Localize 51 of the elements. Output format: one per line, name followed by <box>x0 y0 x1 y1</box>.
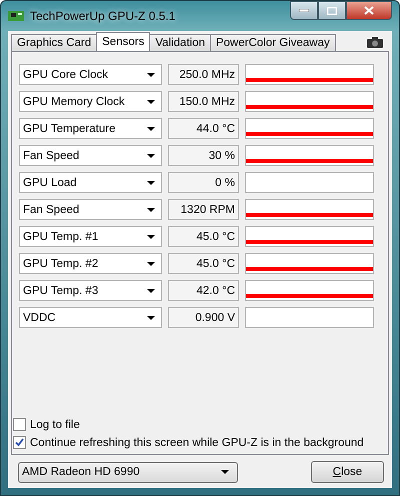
app-icon <box>8 10 24 22</box>
sensor-select[interactable]: GPU Temperature <box>19 118 162 139</box>
sensor-value: 150.0 MHz <box>168 91 239 112</box>
checkbox-label: Continue refreshing this screen while GPU-Z is in the background <box>30 436 364 448</box>
sensor-select[interactable]: Fan Speed <box>19 145 162 166</box>
maximize-icon <box>327 6 337 14</box>
checkbox[interactable] <box>13 436 26 449</box>
sensor-select[interactable]: GPU Load <box>19 172 162 193</box>
dropdown-arrow-icon <box>147 208 155 212</box>
minimize-icon <box>299 9 309 12</box>
checkbox-label: Log to file <box>30 418 80 430</box>
dropdown-arrow-icon <box>147 262 155 266</box>
checkbox[interactable] <box>13 418 26 431</box>
sensor-value: 1320 RPM <box>168 199 239 220</box>
sensor-value: 30 % <box>168 145 239 166</box>
sensor-select[interactable]: GPU Temp. #2 <box>19 253 162 274</box>
dropdown-arrow-icon <box>147 316 155 320</box>
sensor-select[interactable]: VDDC <box>19 307 162 328</box>
sensor-select[interactable]: GPU Core Clock <box>19 64 162 85</box>
tab[interactable]: PowerColor Giveaway <box>210 34 336 51</box>
dropdown-arrow-icon <box>147 234 155 238</box>
camera-icon[interactable] <box>367 37 383 48</box>
dropdown-arrow-icon <box>147 180 155 184</box>
sensor-select[interactable]: GPU Memory Clock <box>19 91 162 112</box>
dropdown-arrow-icon <box>221 470 229 474</box>
device-select[interactable]: AMD Radeon HD 6990 <box>18 462 238 482</box>
maximize-button[interactable] <box>318 1 346 20</box>
close-button[interactable] <box>346 1 392 20</box>
window-title: TechPowerUp GPU-Z 0.5.1 <box>30 9 176 23</box>
close-dialog-button[interactable]: Close <box>311 461 384 483</box>
tab[interactable]: Sensors <box>96 32 150 51</box>
sensor-value: 0.900 V <box>168 307 239 328</box>
dropdown-arrow-icon <box>147 126 155 130</box>
close-icon <box>364 6 374 15</box>
minimize-button[interactable] <box>290 1 318 20</box>
sensor-select[interactable]: Fan Speed <box>19 199 162 220</box>
sensor-select[interactable]: GPU Temp. #1 <box>19 226 162 247</box>
dropdown-arrow-icon <box>147 154 155 158</box>
tab[interactable]: Validation <box>149 34 211 51</box>
dropdown-arrow-icon <box>147 72 155 76</box>
dropdown-arrow-icon <box>147 100 155 104</box>
sensor-value: 45.0 °C <box>168 253 239 274</box>
dropdown-arrow-icon <box>147 288 155 292</box>
sensor-select[interactable]: GPU Temp. #3 <box>19 280 162 301</box>
sensor-value: 250.0 MHz <box>168 64 239 85</box>
sensor-value: 0 % <box>168 172 239 193</box>
sensor-value: 45.0 °C <box>168 226 239 247</box>
sensor-value: 44.0 °C <box>168 118 239 139</box>
check-icon <box>15 438 24 447</box>
sensor-value: 42.0 °C <box>168 280 239 301</box>
tab[interactable]: Graphics Card <box>11 34 98 51</box>
